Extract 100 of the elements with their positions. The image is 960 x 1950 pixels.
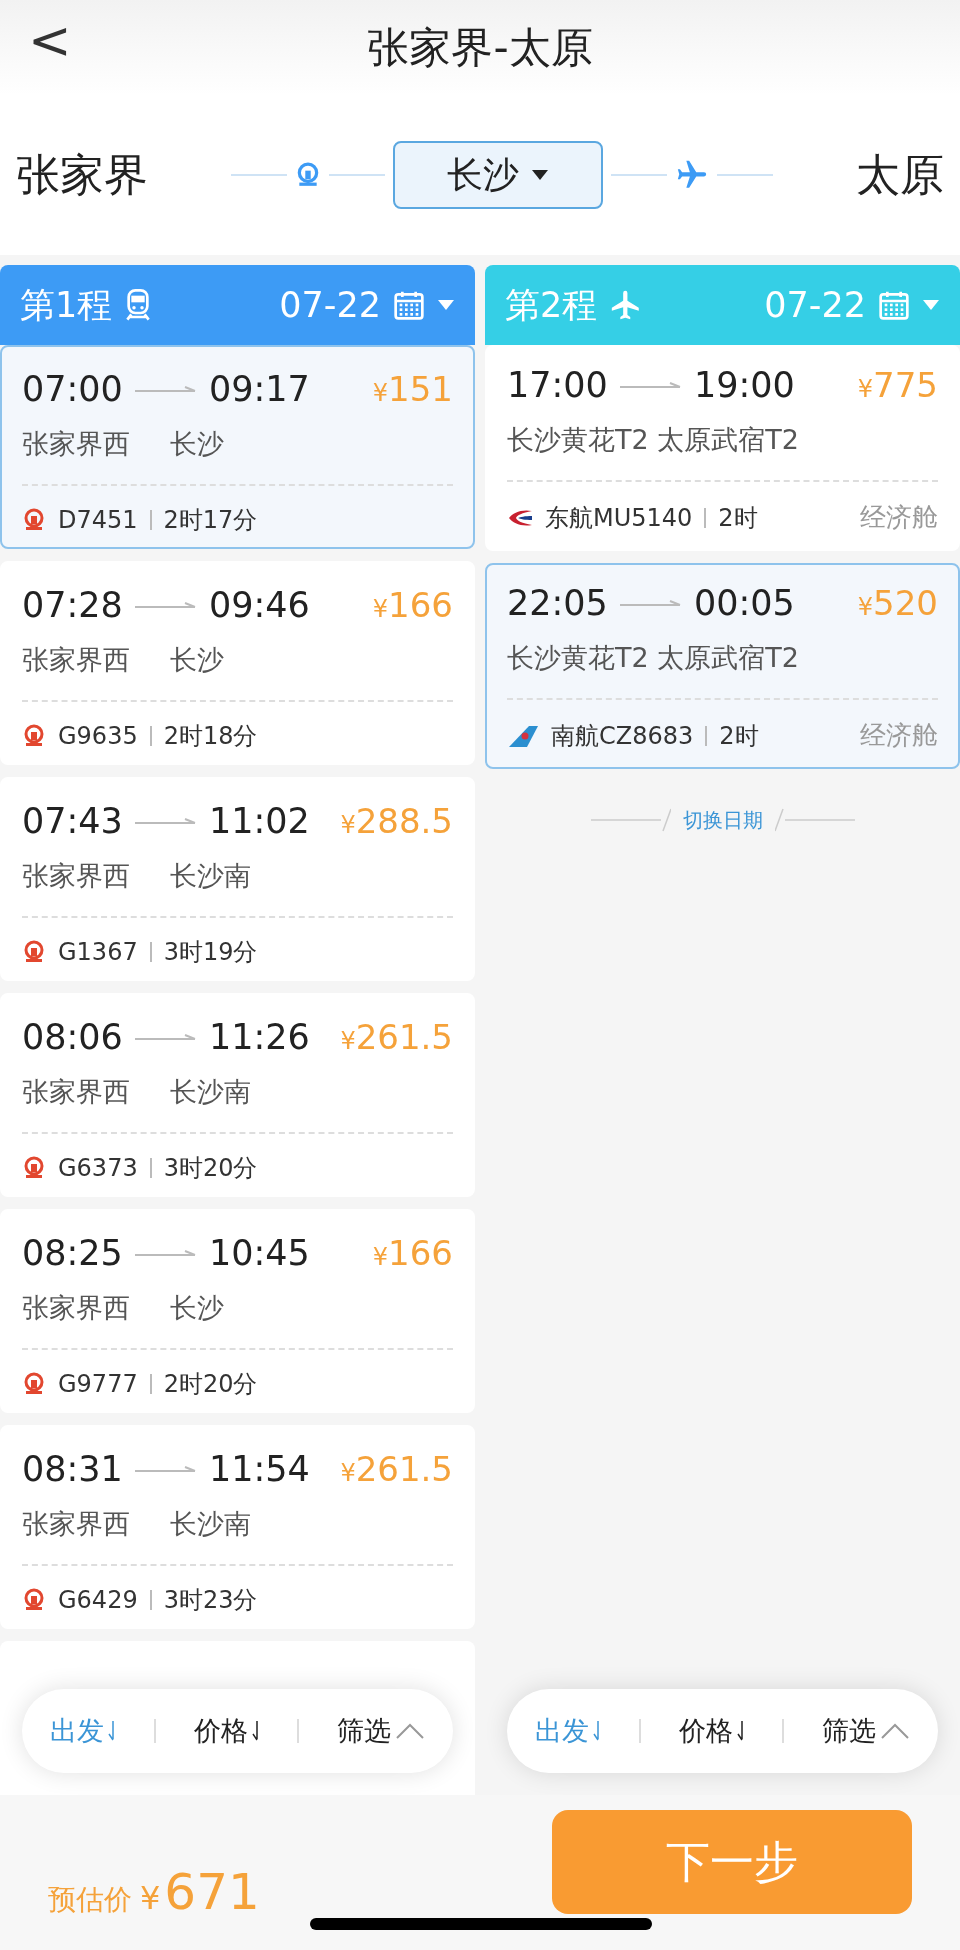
flight-number: 南航CZ8683 <box>551 720 694 752</box>
train-number: G6429 <box>58 1585 138 1616</box>
total-price: ¥671 <box>140 1862 260 1923</box>
destination-city: 太原 <box>856 148 944 202</box>
departure-station: 张家界西 <box>22 1074 130 1109</box>
price: ¥151 <box>372 367 453 411</box>
train-option-card[interactable]: 08:31 11:54 ¥261.5 张家界西 长沙南 G6429 3时23分 <box>0 1425 475 1629</box>
departure-station: 张家界西 <box>22 1290 130 1325</box>
airport-route: 长沙黄花T2 太原武宿T2 <box>507 422 800 457</box>
calendar-icon <box>393 290 425 320</box>
arrival-time: 09:46 <box>208 584 310 627</box>
arrival-time: 11:02 <box>208 800 310 843</box>
page-title: 张家界-太原 <box>367 22 593 74</box>
arrival-station: 长沙南 <box>170 858 251 893</box>
arrow-icon <box>134 1249 197 1258</box>
sort-option[interactable]: 筛选 <box>337 1710 425 1752</box>
departure-time: 07:00 <box>22 368 123 411</box>
price: ¥261.5 <box>340 1015 453 1059</box>
railway-logo-icon <box>22 508 46 532</box>
arrival-station: 长沙 <box>170 426 224 461</box>
cabin-class: 经济舱 <box>860 501 938 534</box>
sort-option[interactable]: 价格 <box>678 1710 745 1752</box>
railway-logo-icon <box>22 940 46 964</box>
departure-station: 张家界西 <box>22 1506 130 1541</box>
arrow-icon <box>619 599 682 608</box>
cabin-class: 经济舱 <box>860 719 938 752</box>
caret-icon <box>437 299 455 311</box>
transfer-city-dropdown[interactable]: 长沙 <box>393 141 603 209</box>
arrival-station: 长沙 <box>170 1290 224 1325</box>
train-option-card[interactable]: 08:25 10:45 ¥166 张家界西 长沙 G9777 2时20分 <box>0 1209 475 1413</box>
railway-logo-icon <box>22 724 46 748</box>
price: ¥166 <box>372 1231 453 1275</box>
price: ¥261.5 <box>340 1447 453 1491</box>
leg-label: 第1程 <box>20 283 113 327</box>
railway-logo-icon <box>295 162 321 188</box>
railway-logo-icon <box>22 1372 46 1396</box>
train-number: G9777 <box>58 1369 138 1400</box>
railway-logo-icon <box>22 1588 46 1612</box>
arrival-time: 11:54 <box>208 1448 310 1491</box>
arrow-icon <box>134 1033 197 1042</box>
origin-city: 张家界 <box>16 148 149 202</box>
travel-duration: 2时 <box>719 720 759 752</box>
departure-time: 08:31 <box>22 1448 123 1491</box>
departure-station: 张家界西 <box>22 426 130 461</box>
travel-duration: 2时 <box>718 502 758 534</box>
arrow-icon <box>619 381 682 390</box>
train-option-card[interactable]: 07:28 09:46 ¥166 张家界西 长沙 G9635 2时18分 <box>0 561 475 765</box>
arrow-icon <box>134 385 197 394</box>
arrival-time: 11:26 <box>208 1016 310 1059</box>
departure-time: 08:06 <box>22 1016 123 1059</box>
train-number: G9635 <box>58 721 138 752</box>
leg-date: 07-22 <box>764 283 866 327</box>
travel-duration: 2时20分 <box>163 1369 258 1400</box>
arrival-time: 00:05 <box>693 582 795 625</box>
back-button[interactable]: < <box>28 14 72 66</box>
arrival-time: 19:00 <box>693 364 795 407</box>
sort-option[interactable]: 价格 <box>193 1710 260 1752</box>
arrival-station: 长沙南 <box>170 1506 251 1541</box>
arrow-icon <box>134 601 197 610</box>
train-number: D7451 <box>58 505 138 536</box>
travel-duration: 3时20分 <box>163 1153 258 1184</box>
arrow-icon <box>134 817 197 826</box>
caret-icon <box>922 299 940 311</box>
tail-logo-icon <box>507 723 539 748</box>
calendar-icon <box>878 290 910 320</box>
train-number: G6373 <box>58 1153 138 1184</box>
flight-option-card[interactable]: 22:05 00:05 ¥520 长沙黄花T2 太原武宿T2 南航CZ8683 2时 经济舱 <box>485 563 960 769</box>
travel-duration: 3时23分 <box>163 1585 258 1616</box>
flight-number: 东航MU5140 <box>545 502 693 534</box>
arrow-icon <box>134 1465 197 1474</box>
train-option-card[interactable]: 08:06 11:26 ¥261.5 张家界西 长沙南 G6373 3时20分 <box>0 993 475 1197</box>
departure-time: 22:05 <box>507 582 608 625</box>
leg-label: 第2程 <box>505 283 598 327</box>
railway-logo-icon <box>22 1156 46 1180</box>
departure-station: 张家界西 <box>22 858 130 893</box>
leg-date: 07-22 <box>279 283 381 327</box>
travel-duration: 3时19分 <box>163 937 258 968</box>
price: ¥166 <box>372 583 453 627</box>
travel-duration: 2时18分 <box>163 721 258 752</box>
departure-time: 07:28 <box>22 584 123 627</box>
arrival-time: 09:17 <box>208 368 310 411</box>
departure-time: 08:25 <box>22 1232 123 1275</box>
price: ¥288.5 <box>340 799 453 843</box>
estimate-label: 预估价 <box>48 1882 132 1918</box>
price: ¥775 <box>857 363 938 407</box>
arrival-station: 长沙南 <box>170 1074 251 1109</box>
train-number: G1367 <box>58 937 138 968</box>
departure-time: 17:00 <box>507 364 608 407</box>
departure-station: 张家界西 <box>22 642 130 677</box>
arrival-time: 10:45 <box>208 1232 310 1275</box>
sort-option[interactable]: 筛选 <box>822 1710 910 1752</box>
train-option-card[interactable]: 07:00 09:17 ¥151 张家界西 长沙 D7451 2时17分 <box>0 345 475 549</box>
arrival-station: 长沙 <box>170 642 224 677</box>
price: ¥520 <box>857 581 938 625</box>
travel-duration: 2时17分 <box>163 505 258 536</box>
train-option-card[interactable]: 07:43 11:02 ¥288.5 张家界西 长沙南 G1367 3时19分 <box>0 777 475 981</box>
caret-icon <box>531 169 549 181</box>
airport-route: 长沙黄花T2 太原武宿T2 <box>507 640 800 675</box>
departure-time: 07:43 <box>22 800 123 843</box>
flight-option-card[interactable]: 17:00 19:00 ¥775 长沙黄花T2 太原武宿T2 东航MU5140 2时 经济舱 <box>485 345 960 551</box>
